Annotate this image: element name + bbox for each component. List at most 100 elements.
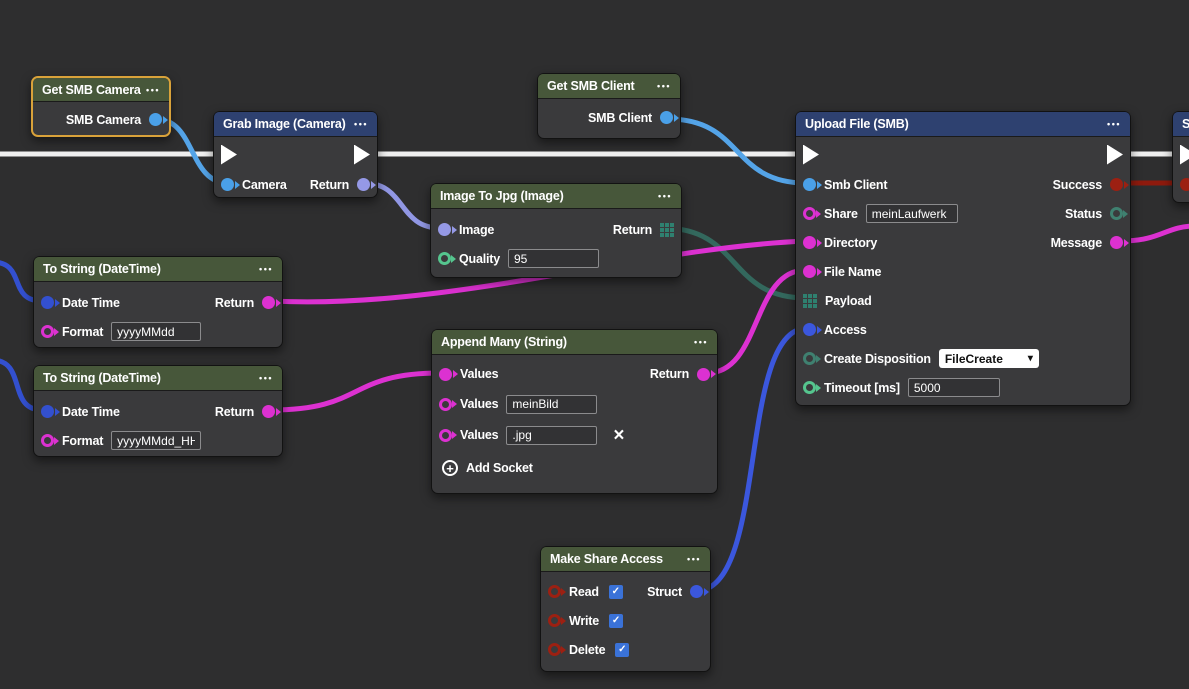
- add-socket-icon[interactable]: +: [442, 460, 458, 476]
- pin-label-quality: Quality: [459, 252, 500, 266]
- pin-return-output[interactable]: [262, 405, 275, 418]
- pin-message-output[interactable]: [1110, 236, 1123, 249]
- pin-format-input[interactable]: [41, 434, 54, 447]
- node-menu-icon[interactable]: •••: [259, 264, 273, 274]
- pin-label-values-1: Values: [460, 367, 498, 381]
- node-get-smb-client[interactable]: Get SMB Client ••• SMB Client: [537, 73, 681, 139]
- add-socket-label[interactable]: Add Socket: [466, 461, 533, 475]
- node-header[interactable]: Get SMB Camera •••: [33, 78, 169, 102]
- node-get-smb-camera[interactable]: Get SMB Camera ••• SMB Camera: [31, 76, 171, 137]
- pin-label-payload: Payload: [825, 294, 872, 308]
- create-disposition-select[interactable]: FileCreate ▾: [939, 349, 1039, 368]
- exec-in-pin[interactable]: [1180, 145, 1189, 165]
- pin-quality-input[interactable]: [438, 252, 451, 265]
- node-grab-image[interactable]: Grab Image (Camera) ••• Camera Return: [213, 111, 378, 198]
- exec-out-pin[interactable]: [1107, 145, 1123, 165]
- format-field[interactable]: [111, 431, 201, 450]
- pin-share-input[interactable]: [803, 207, 816, 220]
- node-title: To String (DateTime): [43, 371, 161, 385]
- values-field-3[interactable]: [506, 426, 597, 445]
- share-field[interactable]: [866, 204, 958, 223]
- chevron-down-icon: ▾: [1028, 353, 1033, 364]
- pin-write-input[interactable]: [548, 614, 561, 627]
- pin-file-name-input[interactable]: [803, 265, 816, 278]
- pin-directory-input[interactable]: [803, 236, 816, 249]
- exec-in-pin[interactable]: [221, 145, 237, 165]
- node-title: S: [1182, 117, 1189, 131]
- node-title: Image To Jpg (Image): [440, 189, 564, 203]
- node-menu-icon[interactable]: •••: [658, 191, 672, 201]
- pin-timeout-input[interactable]: [803, 381, 816, 394]
- node-partial-right[interactable]: S: [1172, 111, 1189, 203]
- exec-in-pin[interactable]: [803, 145, 819, 165]
- node-editor-canvas[interactable]: Get SMB Camera ••• SMB Camera Grab Image…: [0, 0, 1189, 689]
- delete-checkbox[interactable]: ✓: [615, 643, 629, 657]
- remove-socket-icon[interactable]: ×: [613, 426, 624, 445]
- exec-out-pin[interactable]: [354, 145, 370, 165]
- node-menu-icon[interactable]: •••: [657, 81, 671, 91]
- pin-smb-camera-output[interactable]: [149, 113, 162, 126]
- read-checkbox[interactable]: ✓: [609, 585, 623, 599]
- pin-smb-client-input[interactable]: [803, 178, 816, 191]
- node-append-many[interactable]: Append Many (String) ••• Values Return V…: [431, 329, 718, 494]
- node-menu-icon[interactable]: •••: [1107, 119, 1121, 129]
- pin-return-bytearray-output[interactable]: [660, 223, 674, 237]
- node-menu-icon[interactable]: •••: [259, 373, 273, 383]
- node-to-string-datetime-1[interactable]: To String (DateTime) ••• Date Time Retur…: [33, 256, 283, 348]
- pin-delete-input[interactable]: [548, 643, 561, 656]
- pin-label-smb-client: Smb Client: [824, 178, 887, 192]
- pin-label-format: Format: [62, 434, 103, 448]
- wire-jpg-return-to-payload[interactable]: [663, 228, 806, 298]
- pin-label-camera: Camera: [242, 178, 287, 192]
- node-make-share-access[interactable]: Make Share Access ••• Read ✓ Struct Writ…: [540, 546, 711, 672]
- pin-struct-output[interactable]: [690, 585, 703, 598]
- pin-date-time-input[interactable]: [41, 296, 54, 309]
- values-field-2[interactable]: [506, 395, 597, 414]
- node-upload-file[interactable]: Upload File (SMB) ••• Smb Client Success: [795, 111, 1131, 406]
- pin-return-output[interactable]: [262, 296, 275, 309]
- pin-label-share: Share: [824, 207, 858, 221]
- pin-success-output[interactable]: [1110, 178, 1123, 191]
- pin-smb-client-output[interactable]: [660, 111, 673, 124]
- format-field[interactable]: [111, 322, 201, 341]
- timeout-field[interactable]: [908, 378, 1000, 397]
- node-title: Upload File (SMB): [805, 117, 909, 131]
- wire-tostring2-return-to-values[interactable]: [272, 373, 440, 410]
- pin-date-time-input[interactable]: [41, 405, 54, 418]
- create-disposition-value: FileCreate: [945, 352, 1003, 366]
- node-title: Append Many (String): [441, 335, 567, 349]
- pin-format-input[interactable]: [41, 325, 54, 338]
- pin-return-output[interactable]: [357, 178, 370, 191]
- pin-values-input-2[interactable]: [439, 398, 452, 411]
- pin-access-input[interactable]: [803, 323, 816, 336]
- pin-read-input[interactable]: [548, 585, 561, 598]
- pin-label-date-time: Date Time: [62, 296, 120, 310]
- node-image-to-jpg[interactable]: Image To Jpg (Image) ••• Image Return Qu…: [430, 183, 682, 278]
- write-checkbox[interactable]: ✓: [609, 614, 623, 628]
- pin-label-return: Return: [613, 223, 652, 237]
- node-menu-icon[interactable]: •••: [146, 85, 160, 95]
- pin-values-input-3[interactable]: [439, 429, 452, 442]
- pin-camera-input[interactable]: [221, 178, 234, 191]
- pin-image-input[interactable]: [438, 223, 451, 236]
- pin-values-input-1[interactable]: [439, 368, 452, 381]
- pin-label-smb-client: SMB Client: [588, 111, 652, 125]
- pin-label-access: Access: [824, 323, 867, 337]
- quality-field[interactable]: [508, 249, 599, 268]
- node-menu-icon[interactable]: •••: [694, 337, 708, 347]
- pin-payload-bytearray-input[interactable]: [803, 294, 817, 308]
- pin-label-format: Format: [62, 325, 103, 339]
- wire-smb-client-to-smb-client[interactable]: [668, 119, 806, 183]
- wire-message-to-right[interactable]: [1121, 226, 1189, 241]
- node-to-string-datetime-2[interactable]: To String (DateTime) ••• Date Time Retur…: [33, 365, 283, 457]
- pin-label-success: Success: [1053, 178, 1102, 192]
- node-title: Make Share Access: [550, 552, 663, 566]
- node-menu-icon[interactable]: •••: [687, 554, 701, 564]
- pin-create-disposition-input[interactable]: [803, 352, 816, 365]
- pin-label-status: Status: [1065, 207, 1102, 221]
- pin-bool-input[interactable]: [1180, 178, 1189, 191]
- node-menu-icon[interactable]: •••: [354, 119, 368, 129]
- pin-return-output[interactable]: [697, 368, 710, 381]
- pin-status-output[interactable]: [1110, 207, 1123, 220]
- pin-label-struct: Struct: [647, 585, 682, 599]
